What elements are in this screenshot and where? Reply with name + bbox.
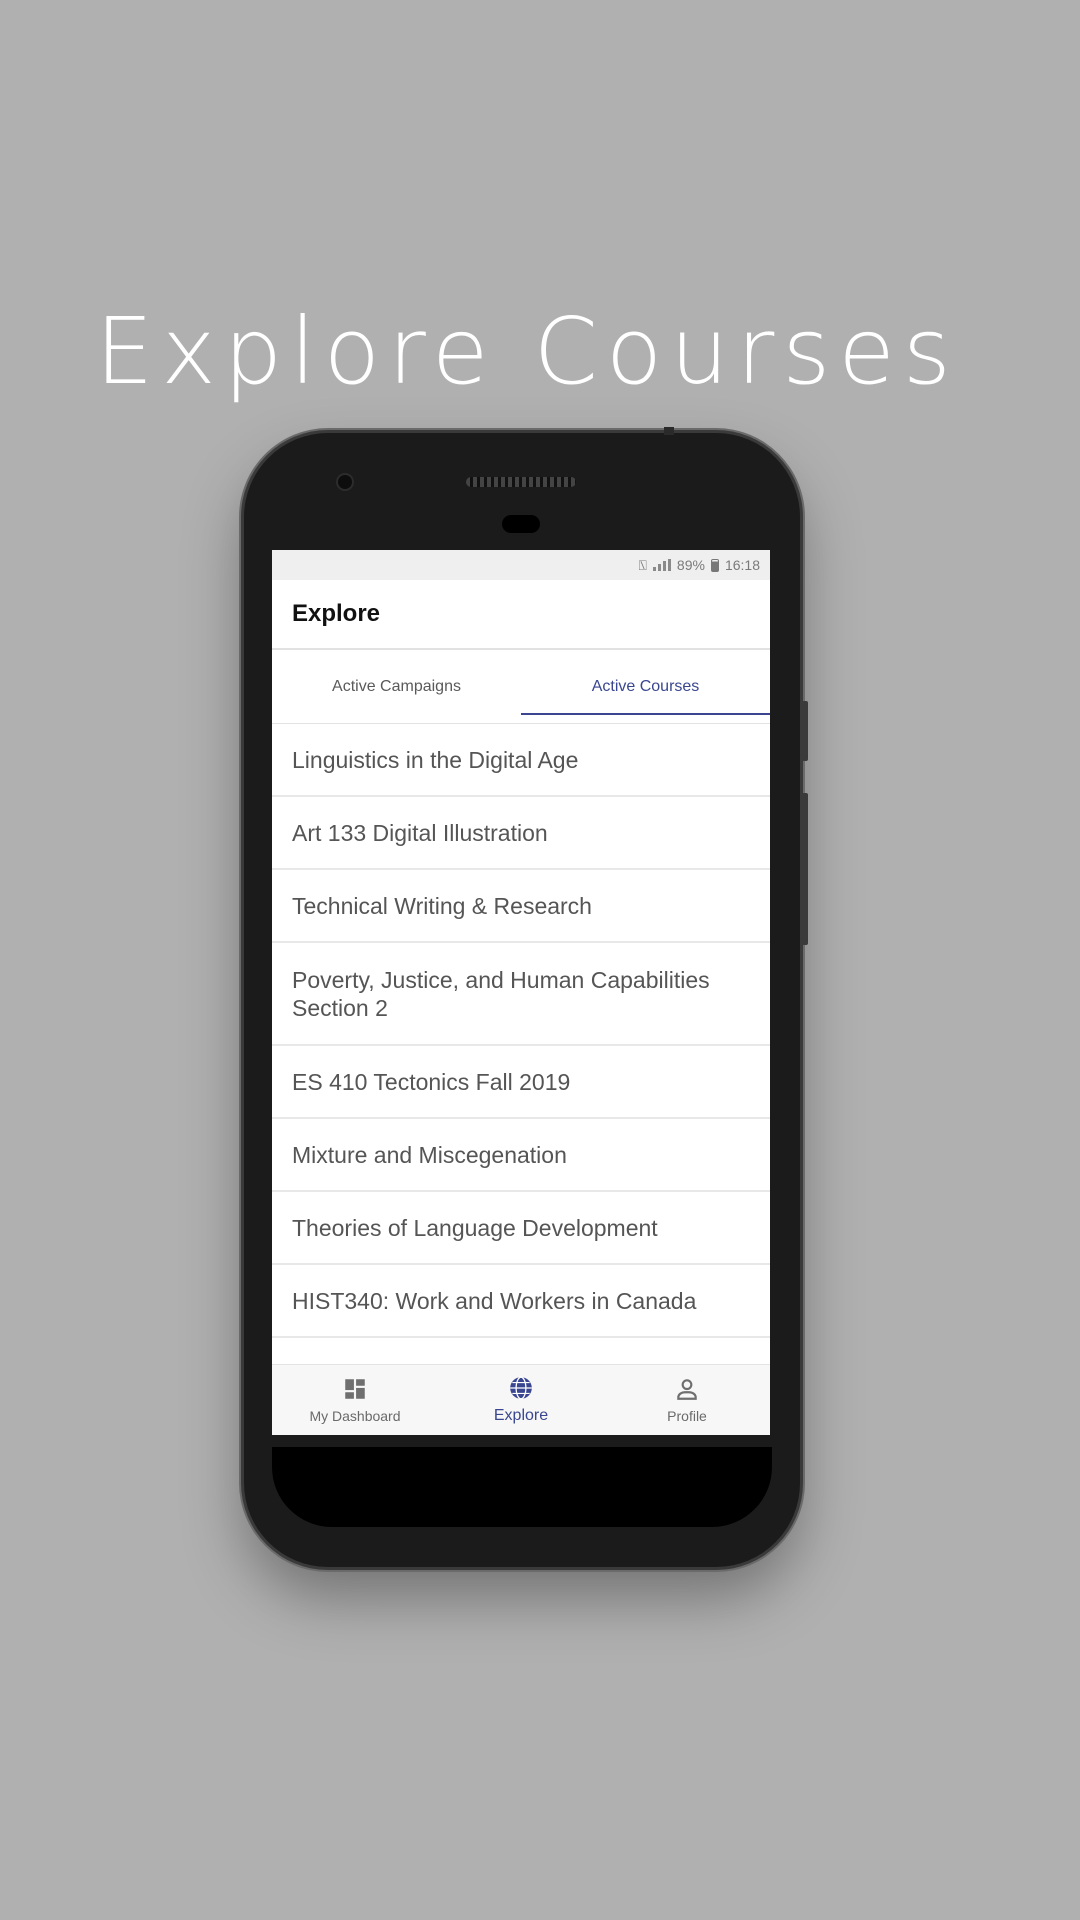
tab-active-courses[interactable]: Active Courses bbox=[521, 650, 770, 723]
phone-volume-button bbox=[802, 793, 808, 945]
promo-headline: Explore Courses bbox=[95, 298, 959, 405]
nav-label: Profile bbox=[667, 1408, 707, 1424]
course-item[interactable]: Mixture and Miscegenation bbox=[272, 1119, 770, 1192]
phone-chin bbox=[272, 1447, 772, 1527]
phone-power-button bbox=[802, 701, 808, 761]
proximity-sensor bbox=[502, 515, 540, 533]
course-item[interactable]: Linguistics in the Digital Age bbox=[272, 724, 770, 797]
page-title: Explore bbox=[292, 600, 381, 627]
course-item[interactable]: Poverty, Justice, and Human Capabilities… bbox=[272, 943, 770, 1046]
phone-frame: ⍂ 89% 16:18 Explore Active Campaigns Act… bbox=[244, 427, 808, 1567]
tab-active-campaigns[interactable]: Active Campaigns bbox=[272, 650, 521, 723]
course-item[interactable]: Theories of Language Development bbox=[272, 1192, 770, 1265]
dashboard-icon bbox=[345, 1379, 365, 1399]
status-bar: ⍂ 89% 16:18 bbox=[272, 550, 770, 580]
app-bar: Explore bbox=[272, 580, 770, 650]
front-camera bbox=[336, 473, 354, 491]
course-item[interactable]: Art 133 Digital Illustration bbox=[272, 797, 770, 870]
battery-icon bbox=[710, 558, 719, 572]
nav-profile[interactable]: Profile bbox=[604, 1365, 770, 1435]
promo-stage: Explore Courses ⍂ 89% 16:18 Explore Acti… bbox=[0, 0, 1080, 1920]
course-list: Linguistics in the Digital Age Art 133 D… bbox=[272, 724, 770, 1338]
course-item[interactable]: HIST340: Work and Workers in Canada bbox=[272, 1265, 770, 1338]
tab-bar: Active Campaigns Active Courses bbox=[272, 650, 770, 724]
nav-my-dashboard[interactable]: My Dashboard bbox=[272, 1365, 438, 1435]
earpiece-speaker bbox=[466, 477, 576, 487]
phone-top-edge bbox=[664, 427, 674, 435]
globe-icon bbox=[510, 1376, 532, 1400]
bottom-nav: My Dashboard Explore Profile bbox=[272, 1364, 770, 1435]
notification-icon: ⍂ bbox=[638, 556, 647, 573]
nav-label: Explore bbox=[493, 1407, 549, 1424]
signal-icon bbox=[652, 559, 671, 571]
course-item[interactable]: ES 410 Tectonics Fall 2019 bbox=[272, 1046, 770, 1119]
course-item[interactable]: Technical Writing & Research bbox=[272, 870, 770, 943]
phone-screen: ⍂ 89% 16:18 Explore Active Campaigns Act… bbox=[272, 550, 770, 1435]
clock: 16:18 bbox=[724, 557, 760, 573]
person-icon bbox=[677, 1379, 697, 1400]
battery-percent: 89% bbox=[676, 557, 705, 573]
nav-explore[interactable]: Explore bbox=[438, 1365, 604, 1435]
nav-label: My Dashboard bbox=[309, 1408, 401, 1424]
